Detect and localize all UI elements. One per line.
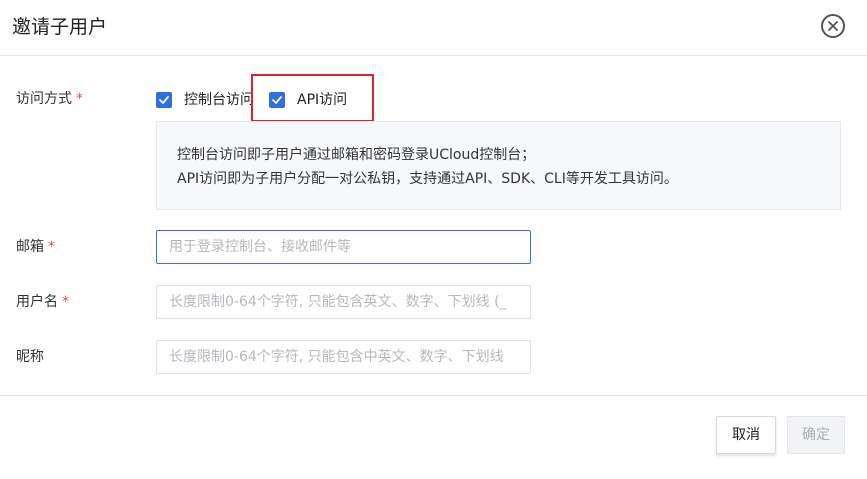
access-method-label: 访问方式 * [16,89,83,109]
required-mark: * [62,294,69,310]
dialog-header: 邀请子用户 [0,0,867,56]
email-field[interactable] [156,230,531,264]
close-button[interactable] [821,14,845,38]
confirm-button[interactable]: 确定 [787,416,845,454]
email-label: 邮箱 * [16,237,55,257]
required-mark: * [76,91,83,107]
checkbox-console-access[interactable]: 控制台访问 [156,90,254,110]
cancel-button[interactable]: 取消 [716,416,776,454]
access-method-label-text: 访问方式 [16,91,72,107]
access-info-box: 控制台访问即子用户通过邮箱和密码登录UCloud控制台； API访问即为子用户分… [156,121,841,210]
info-line-console: 控制台访问即子用户通过邮箱和密码登录UCloud控制台； [177,147,536,163]
username-label-text: 用户名 [16,294,58,310]
dialog-title: 邀请子用户 [12,16,108,38]
checkbox-checked-icon [156,92,172,108]
username-field[interactable] [156,285,531,319]
required-mark: * [48,239,55,255]
nickname-label-text: 昵称 [16,349,44,365]
close-icon [828,21,838,31]
invite-subuser-dialog: 邀请子用户 访问方式 * 控制台访问 API访问 控制台访问即子用户通过邮箱和密码… [0,0,867,479]
email-label-text: 邮箱 [16,239,44,255]
annotation-highlight-box [251,74,374,122]
info-line-api: API访问即为子用户分配一对公私钥，支持通过API、SDK、CLI等开发工具访问… [177,171,678,187]
checkbox-console-access-label: 控制台访问 [184,92,254,108]
nickname-label: 昵称 [16,347,44,367]
username-label: 用户名 * [16,292,69,312]
nickname-field[interactable] [156,340,531,374]
